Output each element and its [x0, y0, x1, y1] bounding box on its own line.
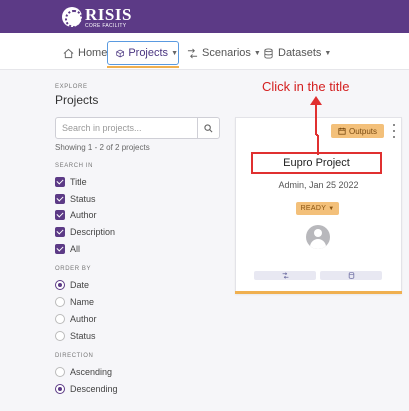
nav-home[interactable]: Home	[63, 41, 107, 65]
nav-projects-label: Projects	[128, 47, 169, 59]
radio-icon	[55, 297, 65, 307]
database-icon	[264, 47, 273, 59]
search-icon	[204, 123, 213, 132]
chevron-down-icon: ▼	[253, 49, 261, 57]
radio-label: Status	[70, 331, 96, 341]
radio-descending[interactable]: Descending	[55, 383, 118, 395]
project-title[interactable]: Eupro Project	[251, 152, 382, 174]
radio-selected-icon	[55, 384, 65, 394]
dataset-link-button[interactable]	[320, 271, 382, 280]
search-button[interactable]	[197, 118, 219, 138]
main-nav: Home Projects ▼ Scenarios ▼ Datasets ▼	[0, 33, 409, 70]
project-meta: Admin, Jan 25 2022	[278, 180, 359, 190]
top-bar: RISIS CORE FACILITY	[0, 0, 409, 33]
risis-logo[interactable]: RISIS CORE FACILITY	[62, 6, 132, 28]
logo-name: RISIS	[85, 4, 132, 24]
checkbox-label: Author	[70, 210, 97, 220]
chevron-down-icon: ▼	[171, 49, 178, 57]
radio-label: Author	[70, 314, 97, 324]
database-icon	[348, 272, 354, 279]
card-accent-bar	[235, 291, 402, 294]
radio-icon	[55, 314, 65, 324]
direction-label: DIRECTION	[55, 353, 94, 359]
checkbox-label: Status	[70, 194, 96, 204]
checkbox-author[interactable]: Author	[55, 209, 97, 221]
cube-icon	[116, 49, 124, 57]
nav-scenarios-label: Scenarios	[202, 47, 251, 59]
avatar	[306, 225, 330, 249]
chevron-down-icon: ▼	[324, 49, 332, 57]
radio-status[interactable]: Status	[55, 330, 96, 342]
radio-label: Ascending	[70, 367, 113, 377]
radio-label: Name	[70, 297, 95, 307]
radio-label: Descending	[70, 384, 118, 394]
more-options-icon[interactable]	[391, 124, 397, 138]
checkbox-checked-icon	[55, 244, 65, 254]
search-input[interactable]	[56, 118, 198, 138]
checkbox-status[interactable]: Status	[55, 193, 96, 205]
radio-ascending[interactable]: Ascending	[55, 366, 112, 378]
checkbox-label: All	[70, 244, 81, 254]
checkbox-all[interactable]: All	[55, 243, 80, 255]
logo-emblem-icon	[62, 7, 82, 27]
radio-author[interactable]: Author	[55, 313, 97, 325]
checkbox-checked-icon	[55, 210, 65, 220]
order-by-label: ORDER BY	[55, 266, 92, 272]
checkbox-checked-icon	[55, 177, 65, 187]
radio-date[interactable]: Date	[55, 279, 89, 291]
nav-scenarios[interactable]: Scenarios ▼	[187, 41, 261, 65]
radio-name[interactable]: Name	[55, 296, 94, 308]
checkbox-title[interactable]: Title	[55, 176, 87, 188]
radio-icon	[55, 367, 65, 377]
checkbox-checked-icon	[55, 227, 65, 237]
explore-label: EXPLORE	[55, 84, 88, 90]
radio-icon	[55, 331, 65, 341]
annotation-text: Click in the title	[262, 79, 350, 94]
nav-projects[interactable]: Projects ▼	[107, 41, 179, 65]
status-label: READY	[300, 205, 327, 212]
checkbox-label: Description	[70, 227, 116, 237]
page-title: Projects	[55, 93, 99, 107]
nav-datasets[interactable]: Datasets ▼	[263, 41, 331, 65]
checkbox-label: Title	[70, 177, 87, 187]
checkbox-checked-icon	[55, 194, 65, 204]
radio-selected-icon	[55, 280, 65, 290]
shuffle-icon	[187, 48, 198, 58]
search-in-label: SEARCH IN	[55, 163, 94, 169]
checkbox-description[interactable]: Description	[55, 226, 115, 238]
search-box	[55, 117, 220, 139]
logo-subtitle: CORE FACILITY	[85, 22, 127, 29]
annotation-arrow	[310, 96, 322, 155]
chevron-down-icon: ▼	[328, 205, 335, 212]
home-icon	[63, 48, 74, 58]
shuffle-icon	[282, 272, 288, 279]
active-tab-underline	[107, 66, 179, 68]
radio-label: Date	[70, 280, 90, 290]
results-count: Showing 1 - 2 of 2 projects	[55, 143, 150, 152]
scenario-link-button[interactable]	[254, 271, 316, 280]
nav-home-label: Home	[78, 47, 108, 59]
nav-datasets-label: Datasets	[278, 47, 322, 59]
status-badge[interactable]: READY ▼	[296, 202, 339, 215]
